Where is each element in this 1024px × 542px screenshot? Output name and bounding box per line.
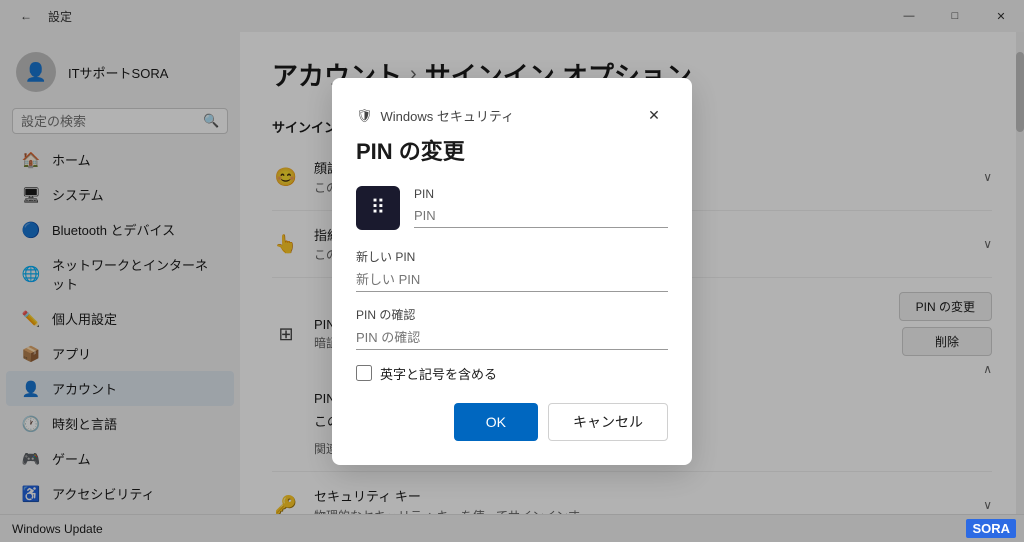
new-pin-input[interactable] xyxy=(356,268,668,292)
dialog-overlay: 🛡 Windows セキュリティ ✕ PIN の変更 ⠿ PIN 新しい PIN… xyxy=(0,0,1024,542)
watermark: SORA xyxy=(966,519,1016,538)
dialog-pin-row: ⠿ PIN xyxy=(356,186,668,230)
new-pin-label: 新しい PIN xyxy=(356,248,668,265)
pin-change-dialog: 🛡 Windows セキュリティ ✕ PIN の変更 ⠿ PIN 新しい PIN… xyxy=(332,78,692,465)
include-letters-checkbox[interactable] xyxy=(356,365,372,381)
shield-icon: 🛡 xyxy=(356,108,373,124)
confirm-pin-input[interactable] xyxy=(356,326,668,350)
include-letters-row: 英字と記号を含める xyxy=(356,364,668,383)
new-pin-field-group: 新しい PIN xyxy=(356,248,668,292)
dialog-pin-icon: ⠿ xyxy=(356,186,400,230)
confirm-pin-label: PIN の確認 xyxy=(356,306,668,323)
dialog-close-button[interactable]: ✕ xyxy=(640,102,668,130)
dialog-pin-field: PIN xyxy=(414,187,668,228)
cancel-button[interactable]: キャンセル xyxy=(548,403,668,441)
dialog-header: 🛡 Windows セキュリティ ✕ xyxy=(356,102,668,130)
dialog-title: PIN の変更 xyxy=(356,134,668,166)
dialog-header-left: 🛡 Windows セキュリティ xyxy=(356,106,514,125)
dialog-security-title: Windows セキュリティ xyxy=(381,106,515,125)
pin-field-label: PIN xyxy=(414,187,668,201)
dialog-buttons: OK キャンセル xyxy=(356,403,668,441)
pin-input[interactable] xyxy=(414,204,668,228)
confirm-pin-field-group: PIN の確認 xyxy=(356,306,668,350)
include-letters-label: 英字と記号を含める xyxy=(380,364,497,383)
ok-button[interactable]: OK xyxy=(454,403,538,441)
